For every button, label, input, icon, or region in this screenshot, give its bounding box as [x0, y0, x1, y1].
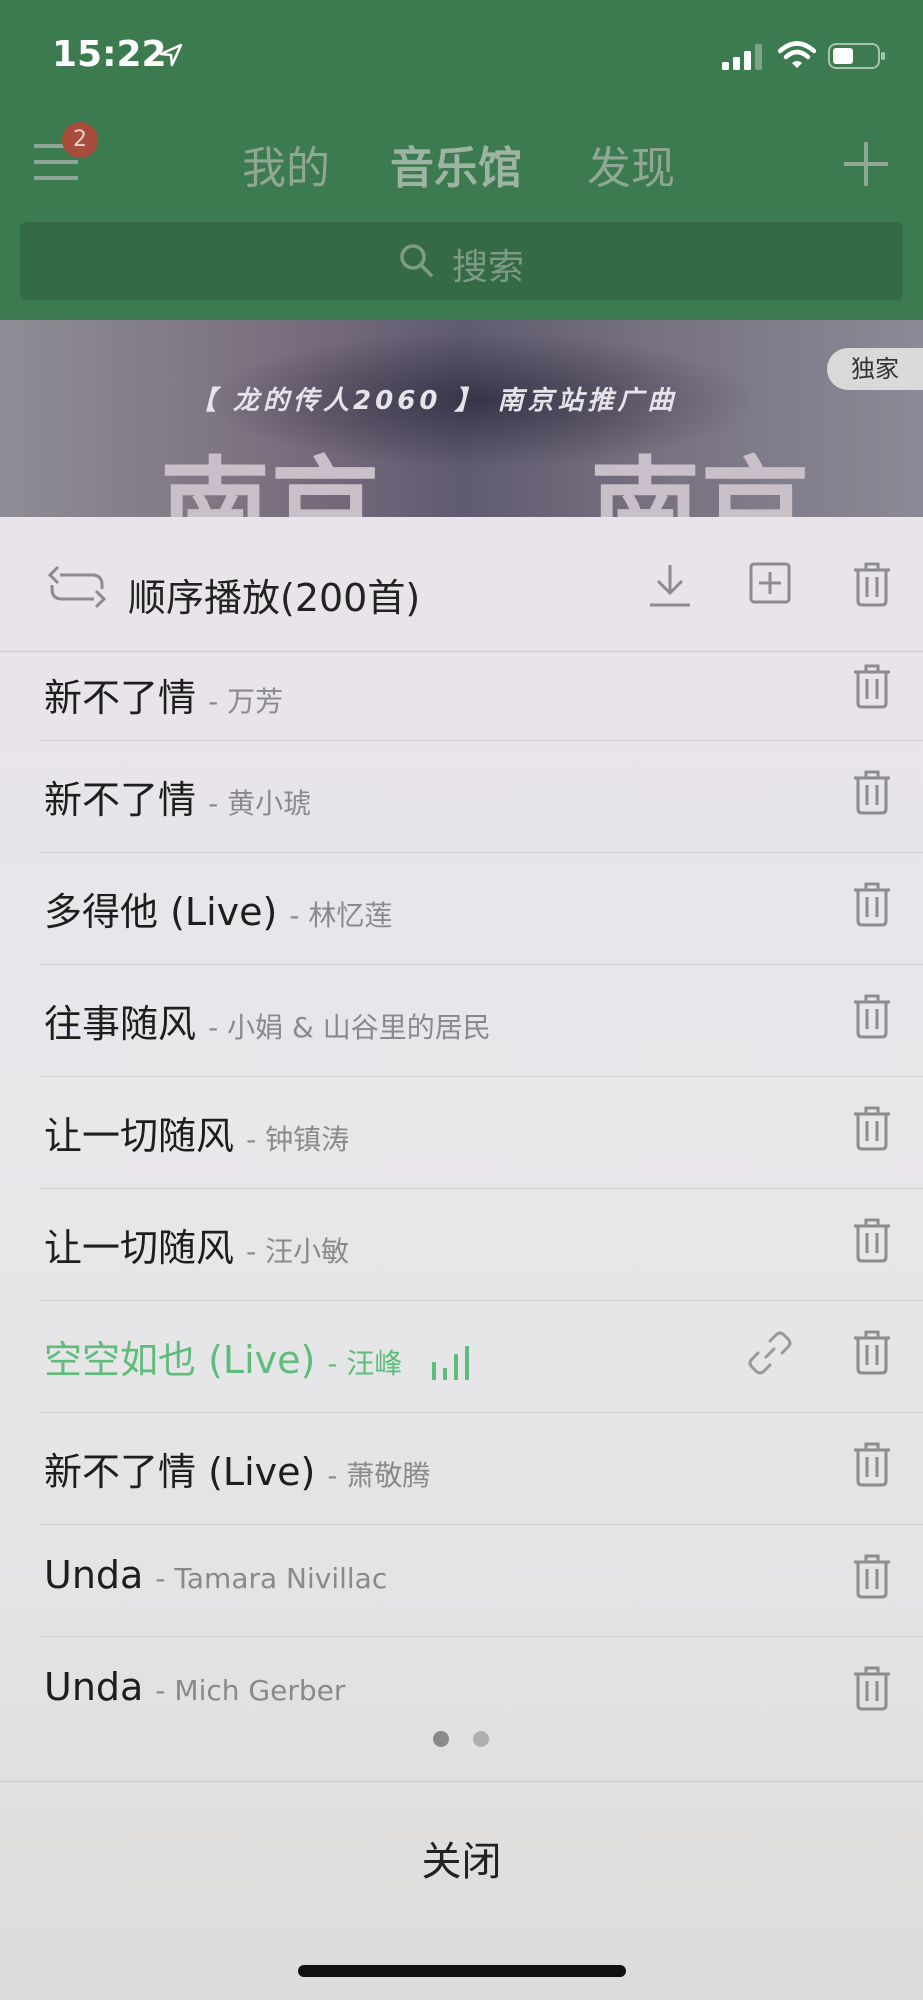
playlist-header: 顺序播放(200首)	[0, 517, 923, 652]
song-text: 新不了情 (Live) - 萧敬腾	[44, 1441, 430, 1496]
trash-icon[interactable]	[852, 1217, 892, 1263]
top-tabs: 我的 音乐馆 发现	[0, 132, 923, 194]
song-artist: - 黄小琥	[208, 787, 312, 820]
song-title: 多得他 (Live)	[44, 890, 278, 934]
song-row[interactable]: 往事随风 - 小娟 & 山谷里的居民	[0, 965, 923, 1077]
plus-icon[interactable]	[842, 140, 890, 188]
song-title: 新不了情	[44, 676, 197, 720]
song-text: Unda - Mich Gerber	[44, 1665, 345, 1709]
banner-title-right: 南京	[590, 446, 810, 520]
trash-icon[interactable]	[852, 561, 892, 607]
song-row[interactable]: 新不了情 - 黄小琥	[0, 741, 923, 853]
home-indicator[interactable]	[298, 1965, 626, 1977]
close-label: 关闭	[421, 1839, 502, 1885]
close-button[interactable]: 关闭	[0, 1781, 923, 1931]
tab-mine[interactable]: 我的	[242, 132, 330, 196]
app-header: 15:22 2 我的 音乐馆 发现 搜索	[0, 0, 923, 320]
song-title: 往事随风	[44, 1002, 197, 1046]
song-artist: - 汪峰	[327, 1347, 403, 1380]
play-mode-label[interactable]: 顺序播放(200首)	[128, 567, 420, 622]
trash-icon[interactable]	[852, 1665, 892, 1711]
trash-icon[interactable]	[852, 1553, 892, 1599]
divider	[0, 651, 923, 652]
song-row[interactable]: Unda - Tamara Nivillac	[0, 1525, 923, 1637]
song-text: 往事随风 - 小娟 & 山谷里的居民	[44, 993, 491, 1048]
song-row[interactable]: 多得他 (Live) - 林忆莲	[0, 853, 923, 965]
banner-subtitle: 【 龙的传人2060 】 南京站推广曲	[190, 386, 678, 416]
song-artist: - 萧敬腾	[327, 1459, 431, 1492]
song-title: 空空如也 (Live)	[44, 1338, 316, 1382]
exclusive-badge: 独家	[827, 348, 923, 390]
trash-icon[interactable]	[852, 1105, 892, 1151]
trash-icon[interactable]	[852, 1441, 892, 1487]
song-title: 新不了情 (Live)	[44, 1450, 316, 1494]
song-artist: - 万芳	[208, 685, 284, 718]
trash-icon[interactable]	[852, 993, 892, 1039]
wifi-icon	[778, 41, 816, 68]
song-row[interactable]: 让一切随风 - 钟镇涛	[0, 1077, 923, 1189]
trash-icon[interactable]	[852, 881, 892, 927]
song-artist: - 钟镇涛	[246, 1123, 350, 1156]
song-text: 让一切随风 - 汪小敏	[44, 1217, 349, 1272]
page-indicator[interactable]	[0, 1731, 923, 1751]
song-artist: - Tamara Nivillac	[155, 1562, 388, 1595]
page-dot[interactable]	[473, 1731, 489, 1747]
song-row-now-playing[interactable]: 空空如也 (Live) - 汪峰	[0, 1301, 923, 1413]
link-icon[interactable]	[748, 1331, 792, 1375]
song-title: Unda	[44, 1665, 144, 1709]
song-text: 新不了情 - 万芳	[44, 667, 283, 722]
repeat-icon[interactable]	[46, 563, 108, 611]
tab-music-hall[interactable]: 音乐馆	[390, 132, 522, 196]
song-title: 让一切随风	[44, 1114, 235, 1158]
song-row[interactable]: Unda - Mich Gerber	[0, 1637, 923, 1723]
song-artist: - 林忆莲	[289, 899, 393, 932]
banner-title-left: 南京	[160, 446, 380, 520]
song-text: 多得他 (Live) - 林忆莲	[44, 881, 392, 936]
song-text: 新不了情 - 黄小琥	[44, 769, 311, 824]
song-title: 让一切随风	[44, 1226, 235, 1270]
song-list[interactable]: 新不了情 - 万芳 新不了情 - 黄小琥 多得他 (Live) - 林忆莲 往事…	[0, 653, 923, 1723]
search-icon	[400, 244, 433, 277]
download-icon[interactable]	[646, 561, 694, 609]
song-artist: - 小娟 & 山谷里的居民	[208, 1011, 491, 1044]
location-arrow-icon	[159, 43, 183, 67]
equalizer-icon	[432, 1345, 470, 1380]
status-bar: 15:22	[0, 0, 923, 110]
song-text: 空空如也 (Live) - 汪峰	[44, 1329, 470, 1384]
add-to-list-icon[interactable]	[748, 561, 792, 605]
trash-icon[interactable]	[852, 663, 892, 709]
page-dot-active[interactable]	[433, 1731, 449, 1747]
trash-icon[interactable]	[852, 1329, 892, 1375]
status-time: 15:22	[52, 34, 167, 75]
song-title: Unda	[44, 1553, 144, 1597]
playlist-sheet: 顺序播放(200首) 新不了情 - 万芳 新不了情 - 黄小琥 多得他 (Liv…	[0, 517, 923, 2000]
song-row[interactable]: 新不了情 (Live) - 萧敬腾	[0, 1413, 923, 1525]
song-row[interactable]: 让一切随风 - 汪小敏	[0, 1189, 923, 1301]
tab-discover[interactable]: 发现	[587, 132, 675, 196]
battery-icon	[828, 43, 885, 69]
song-title: 新不了情	[44, 778, 197, 822]
song-artist: - 汪小敏	[246, 1235, 350, 1268]
trash-icon[interactable]	[852, 769, 892, 815]
song-text: Unda - Tamara Nivillac	[44, 1553, 387, 1597]
signal-icon	[722, 44, 762, 70]
promo-banner[interactable]: 【 龙的传人2060 】 南京站推广曲 南京 南京	[0, 320, 923, 520]
song-text: 让一切随风 - 钟镇涛	[44, 1105, 349, 1160]
search-placeholder: 搜索	[452, 247, 525, 288]
song-artist: - Mich Gerber	[155, 1674, 346, 1707]
